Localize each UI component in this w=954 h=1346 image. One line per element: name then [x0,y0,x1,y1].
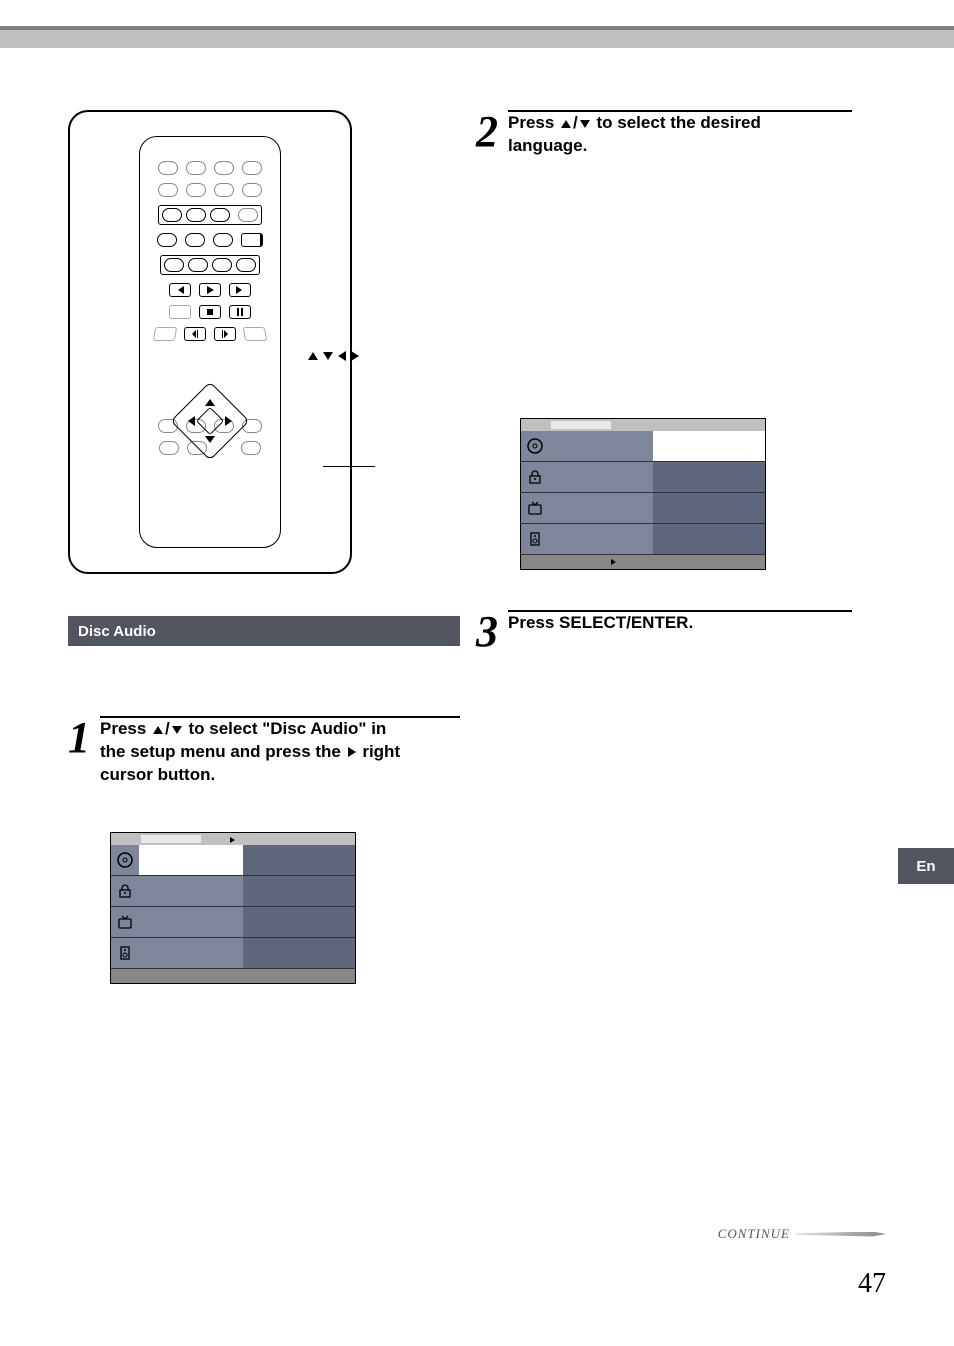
dpad [182,393,238,449]
header-bar [0,30,954,48]
lock-icon [111,883,139,899]
continue-label: CONTINUE [718,1226,790,1242]
tv-icon [521,500,549,516]
next-track-icon [229,283,251,297]
step1-l1a: Press [100,719,151,738]
step1-l2a: the setup menu and press the [100,742,346,761]
menu2-row3-value [653,493,765,523]
lock-icon [521,469,549,485]
language-badge: En [898,848,954,884]
step-2-text: Press / to select the desired language. [508,112,852,158]
step2-l1a: Press [508,113,559,132]
continue-indicator: CONTINUE [718,1226,886,1242]
pause-icon [229,305,251,319]
step-1-number: 1 [68,716,90,787]
menu1-row3-value [243,907,355,937]
remote-body [139,136,281,548]
menu1-row2-value [243,876,355,906]
dpad-callout-label [308,350,359,362]
step-2-number: 2 [476,110,498,158]
disc-icon [111,852,139,868]
step2-l2: language. [508,136,587,155]
step-1-text: Press / to select "Disc Audio" in the se… [100,718,460,787]
setup-menu-illustration-1 [110,832,356,984]
setup-menu-illustration-2 [520,418,766,570]
menu2-row1-value [653,431,765,461]
menu2-row2-value [653,462,765,492]
continue-arrow-icon [796,1232,886,1237]
step1-l2b: right [358,742,401,761]
menu1-row1-value [243,845,355,875]
speaker-icon [521,531,549,547]
step2-l1b: to select the desired [592,113,761,132]
section-heading-disc-audio: Disc Audio [68,616,460,646]
step-fwd-icon [214,327,236,341]
step-3-number: 3 [476,610,498,654]
stop-icon [199,305,221,319]
step1-l1b: to select "Disc Audio" in [184,719,387,738]
menu1-row4-value [243,938,355,968]
step1-l3: cursor button. [100,765,215,784]
step-back-icon [184,327,206,341]
disc-icon [521,438,549,454]
menu2-row4-value [653,524,765,554]
tv-icon [111,914,139,930]
speaker-icon [111,945,139,961]
play-icon [199,283,221,297]
page-number: 47 [858,1268,886,1300]
prev-track-icon [169,283,191,297]
step-3-text: Press SELECT/ENTER. [508,612,852,635]
remote-illustration [68,110,352,574]
